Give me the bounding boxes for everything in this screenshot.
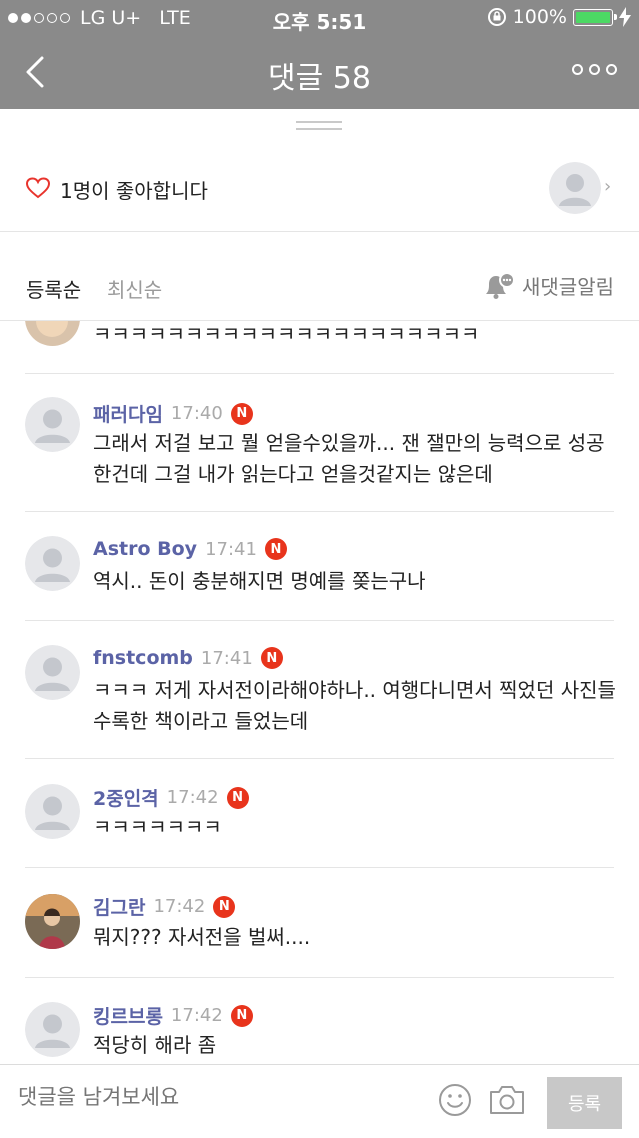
comment-author[interactable]: 킹르브롱: [93, 1002, 163, 1029]
divider: [25, 758, 614, 759]
commenter-avatar[interactable]: [25, 894, 80, 949]
comment-item: 2중인격 17:42 N ㅋㅋㅋㅋㅋㅋㅋ: [0, 758, 639, 867]
divider: [25, 620, 614, 621]
camera-icon[interactable]: [488, 1084, 526, 1116]
chevron-right-icon[interactable]: ›: [604, 176, 611, 197]
comment-body: 역시.. 돈이 충분해지면 명예를 쫒는구나: [93, 569, 426, 593]
liker-avatar[interactable]: [549, 162, 601, 214]
status-bar: LG U+ LTE 오후 5:51 100%: [0, 0, 639, 36]
comment-item: Astro Boy 17:41 N 역시.. 돈이 충분해지면 명예를 쫒는구나: [0, 511, 639, 620]
comment-body: ㅋㅋㅋㅋㅋㅋㅋㅋㅋㅋㅋㅋㅋㅋㅋㅋㅋㅋㅋㅋㅋ: [93, 322, 480, 346]
rotation-lock-icon: [487, 8, 506, 26]
comment-item: ㅋㅋㅋㅋㅋㅋㅋㅋㅋㅋㅋㅋㅋㅋㅋㅋㅋㅋㅋㅋㅋ: [0, 320, 639, 373]
tab-latest[interactable]: 최신순: [107, 274, 162, 303]
commenter-avatar[interactable]: [25, 536, 80, 591]
comment-author[interactable]: 김그란: [93, 893, 145, 920]
comment-item: 패러다임 17:40 N 그래서 저걸 보고 뭘 얻을수있을까... 잰 잴만의…: [0, 373, 639, 511]
comment-body: ㅋㅋㅋ 저게 자서전이라해야하나.. 여행다니면서 찍었던 사진들수록한 책이라…: [93, 678, 616, 733]
comment-body: 적당히 해라 좀: [93, 1033, 217, 1057]
divider: [25, 977, 614, 978]
charging-bolt-icon: [619, 7, 631, 27]
divider: [25, 373, 614, 374]
commenter-avatar[interactable]: [25, 645, 80, 700]
commenter-avatar[interactable]: [25, 320, 80, 346]
divider: [25, 511, 614, 512]
comment-time: 17:41: [200, 647, 253, 669]
comment-item: 킹르브롱 17:42 N 적당히 해라 좀: [0, 977, 639, 1064]
new-comment-alert-button[interactable]: 새댓글알림: [482, 271, 614, 300]
bell-icon: [486, 271, 515, 299]
alert-label: 새댓글알림: [522, 275, 614, 299]
comment-author[interactable]: fnstcomb: [93, 647, 193, 669]
likes-count: 1명이 좋아합니다: [60, 179, 208, 203]
comment-body: 뭐지??? 자서전을 벌써....: [93, 925, 311, 949]
battery-icon: [573, 8, 617, 26]
comment-time: 17:40: [170, 403, 223, 424]
comment-input[interactable]: [18, 1085, 418, 1109]
tab-registration-order[interactable]: 등록순: [26, 274, 81, 303]
comment-author[interactable]: 2중인격: [93, 784, 159, 811]
new-badge: N: [230, 402, 253, 425]
commenter-avatar[interactable]: [25, 1002, 80, 1057]
comment-time: 17:42: [170, 1005, 223, 1026]
comment-time: 17:42: [153, 896, 206, 917]
nav-bar: 댓글 58: [0, 36, 639, 109]
drag-handle[interactable]: [296, 121, 342, 130]
comment-author[interactable]: 패러다임: [93, 400, 163, 427]
new-badge: N: [230, 1004, 253, 1027]
comment-item: fnstcomb 17:41 N ㅋㅋㅋ 저게 자서전이라해야하나.. 여행다니…: [0, 620, 639, 758]
comment-item: 김그란 17:42 N 뭐지??? 자서전을 벌써....: [0, 867, 639, 977]
sort-bar: 등록순 최신순 새댓글알림: [0, 232, 639, 320]
new-badge: N: [226, 786, 249, 809]
comment-list[interactable]: ㅋㅋㅋㅋㅋㅋㅋㅋㅋㅋㅋㅋㅋㅋㅋㅋㅋㅋㅋㅋㅋ 패러다임 17:40 N 그래서 저…: [0, 320, 639, 1064]
likes-row[interactable]: 1명이 좋아합니다 ›: [0, 140, 639, 232]
commenter-avatar[interactable]: [25, 397, 80, 452]
comment-input-bar: 등록: [0, 1064, 639, 1138]
page-title: 댓글 58: [268, 61, 371, 96]
heart-icon[interactable]: [25, 176, 51, 200]
more-options-icon[interactable]: [572, 64, 617, 75]
comment-time: 17:42: [166, 787, 219, 808]
commenter-avatar[interactable]: [25, 784, 80, 839]
divider: [25, 867, 614, 868]
comment-time: 17:41: [205, 538, 257, 560]
comment-body: ㅋㅋㅋㅋㅋㅋㅋ: [93, 815, 222, 839]
new-badge: N: [264, 538, 287, 560]
new-badge: N: [260, 647, 283, 669]
comment-author[interactable]: Astro Boy: [93, 538, 197, 560]
new-badge: N: [213, 895, 236, 918]
submit-button[interactable]: 등록: [547, 1077, 622, 1129]
emoji-icon[interactable]: [438, 1083, 472, 1117]
battery-percent: 100%: [512, 6, 567, 28]
comment-body: 그래서 저걸 보고 뭘 얻을수있을까... 잰 잴만의 능력으로 성공한건데 그…: [93, 431, 605, 486]
